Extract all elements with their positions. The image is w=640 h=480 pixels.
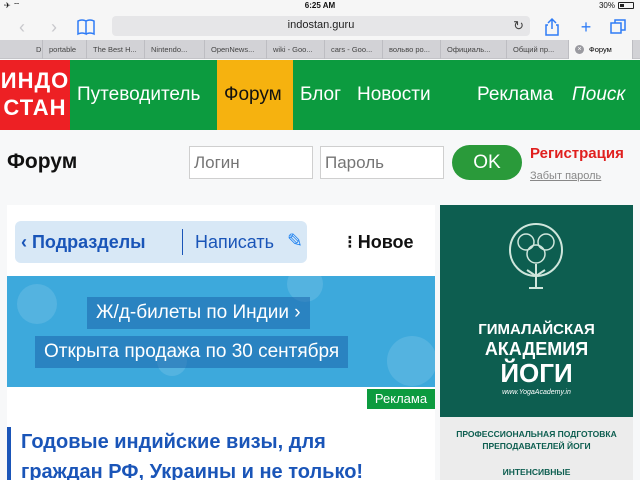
tab[interactable]: вольво ро... [383, 40, 441, 59]
tab[interactable]: cars - Goo... [325, 40, 383, 59]
article-title-1: Годовые индийские визы, для [21, 431, 326, 453]
nav-news[interactable]: Новости [350, 60, 438, 130]
nav-blog[interactable]: Блог [293, 60, 348, 130]
login-input[interactable] [189, 146, 313, 179]
nav-forum[interactable]: Форум [217, 60, 293, 130]
tab[interactable]: OpenNews... [205, 40, 267, 59]
battery-icon [618, 2, 634, 9]
active-tab-label: Форум [589, 45, 612, 54]
article-title-2: граждан РФ, Украины и не только! [21, 461, 364, 480]
pencil-icon: ✎ [287, 231, 303, 252]
register-link[interactable]: Регистрация [530, 145, 624, 162]
back-icon[interactable]: ‹ [12, 17, 32, 37]
bookmarks-icon[interactable] [76, 17, 96, 37]
tree-logo-icon [509, 223, 563, 289]
ad-description: ПРОФЕССИОНАЛЬНАЯ ПОДГОТОВКА ПРЕПОДАВАТЕЛ… [440, 417, 633, 480]
article-item[interactable]: Годовые индийские визы, для граждан РФ, … [7, 427, 435, 480]
forgot-password-link[interactable]: Забыт пароль [530, 170, 601, 182]
forum-actions: ‹ Подразделы Написать ✎ [15, 221, 307, 263]
nav-ads[interactable]: Реклама [470, 60, 560, 130]
tab[interactable]: D [0, 40, 43, 59]
site-logo[interactable]: ИНДО СТАН [0, 60, 70, 130]
reload-icon[interactable]: ↻ [513, 18, 524, 34]
tab[interactable]: Общий пр... [507, 40, 569, 59]
status-bar: ✈ ⌔ 6:25 AM 30% [0, 0, 640, 13]
page-title: Форум [7, 150, 78, 173]
browser-toolbar: ‹ › indostan.guru ↻ + [0, 13, 640, 40]
battery-percent: 30% [598, 1, 615, 10]
tab[interactable]: Официаль... [441, 40, 507, 59]
new-posts-button[interactable]: ⁝ Новое [347, 232, 414, 253]
password-input[interactable] [320, 146, 444, 179]
tab[interactable]: The Best H... [87, 40, 145, 59]
ok-button[interactable]: OK [452, 145, 522, 180]
tab[interactable]: portable [43, 40, 87, 59]
tabs-overview-icon[interactable] [608, 17, 628, 37]
share-icon[interactable] [542, 17, 562, 37]
main-content: ‹ Подразделы Написать ✎ ⁝ Новое Ж/д-биле… [7, 205, 435, 480]
close-tab-icon[interactable]: × [575, 45, 584, 54]
yoga-academy-ad[interactable]: ГИМАЛАЙСКАЯ АКАДЕМИЯ ЙОГИ www.YogaAcadem… [440, 205, 633, 480]
ad-label: Реклама [367, 389, 435, 409]
train-tickets-banner[interactable]: Ж/д-билеты по Индии › Открыта продажа по… [7, 276, 435, 387]
banner-line-2: Открыта продажа по 30 сентября [35, 336, 349, 368]
nav-guide[interactable]: Путеводитель [70, 60, 207, 130]
status-time: 6:25 AM [304, 1, 336, 10]
tab[interactable]: Nintendo... [145, 40, 205, 59]
banner-line-1: Ж/д-билеты по Индии › [87, 297, 310, 329]
tab-strip: D portable The Best H... Nintendo... Ope… [0, 40, 640, 59]
site-nav-bar: ИНДО СТАН Путеводитель Форум Блог Новост… [0, 60, 640, 130]
subsections-button[interactable]: ‹ Подразделы [21, 232, 146, 253]
url-text: indostan.guru [287, 19, 355, 31]
write-button[interactable]: Написать [195, 232, 274, 253]
tab-active[interactable]: × Форум [569, 40, 633, 59]
forward-icon[interactable]: › [44, 17, 64, 37]
address-bar[interactable]: indostan.guru ↻ [112, 16, 530, 36]
tab[interactable]: wiki - Goo... [267, 40, 325, 59]
new-tab-icon[interactable]: + [576, 17, 596, 37]
divider [182, 229, 183, 255]
nav-search[interactable]: Поиск [565, 60, 632, 130]
